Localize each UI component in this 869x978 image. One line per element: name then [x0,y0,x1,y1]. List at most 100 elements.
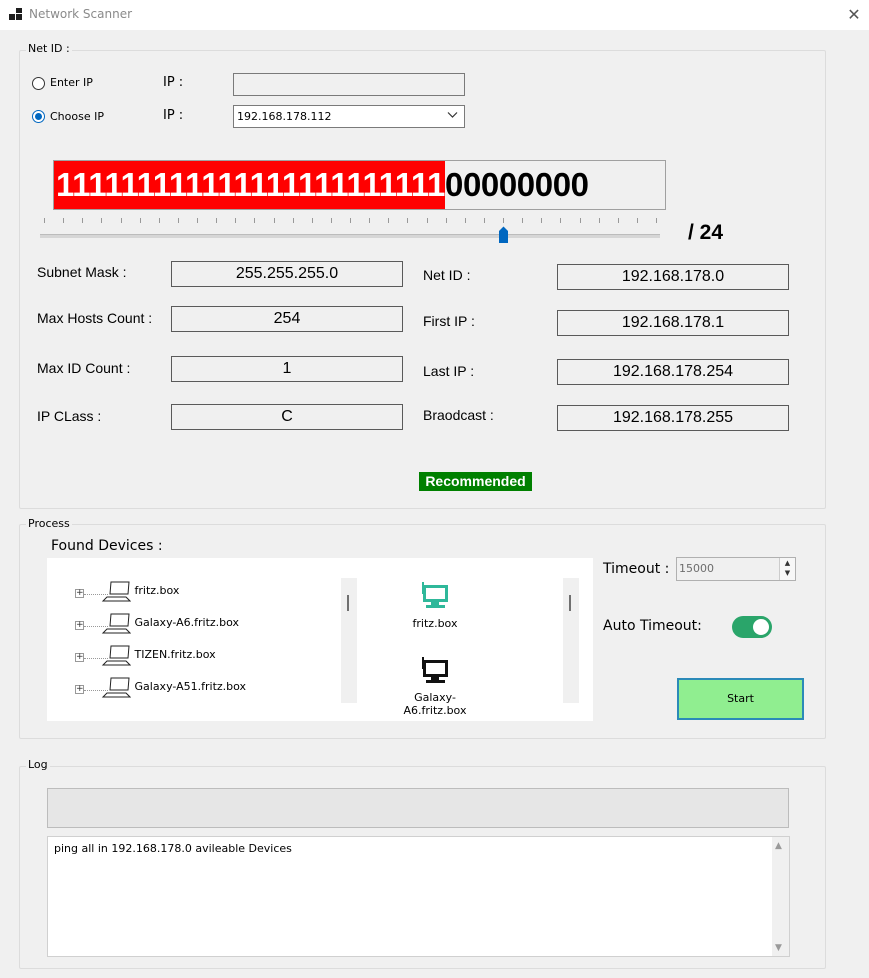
icon-item-label: fritz.box [412,617,458,630]
log-group-label: Log [26,758,50,771]
slider-tick [503,218,504,223]
icon-item-device[interactable]: fritz.box [385,582,485,630]
slider-tick [636,218,638,223]
slider-tick [235,218,237,223]
slider-tick [177,218,179,223]
tree-item-device[interactable]: TIZEN.fritz.box [99,644,216,666]
slider-tick [311,218,313,223]
found-devices-label: Found Devices : [51,538,163,554]
tree-item-label: fritz.box [134,584,180,597]
timeout-input[interactable]: 15000 ▲ ▼ [676,557,796,581]
recommended-badge: Recommended [419,472,532,491]
tree-scrollbar[interactable] [341,578,357,703]
log-textarea[interactable]: ping all in 192.168.178.0 avileable Devi… [47,836,790,957]
start-button[interactable]: Start [677,678,804,720]
slider-tick [101,218,103,223]
slider-tick [350,218,351,223]
slider-tick [445,218,447,223]
choose-ip-ip-label: IP : [163,108,184,123]
slider-tick [216,218,218,223]
slider-tick [139,218,141,223]
prefix-value: / 24 [688,221,724,244]
slider-tick [330,218,332,223]
icon-view-scrollbar[interactable] [563,578,579,703]
max-id-label: Max ID Count : [37,360,131,376]
expand-icon[interactable]: + [75,653,84,662]
tree-item-label: Galaxy-A6.fritz.box [134,616,240,629]
auto-timeout-toggle[interactable] [732,616,772,638]
slider-tick [598,218,600,223]
expand-icon[interactable]: + [75,589,84,598]
slider-tick [388,218,390,223]
app-icon [9,8,23,22]
slider-tick [63,218,65,223]
slider-tick [483,218,485,223]
slider-tick [617,218,619,223]
icon-item-device[interactable]: Galaxy-A6.fritz.box [385,657,485,717]
computer-icon [101,581,132,602]
first-ip-label: First IP : [423,313,475,329]
slider-tick [273,218,275,223]
scan-progress-bar [47,788,789,828]
slider-tick [254,218,256,223]
slider-tick [369,218,371,223]
computer-icon [101,677,132,698]
max-hosts-label: Max Hosts Count : [37,310,153,326]
choose-ip-select[interactable]: 192.168.178.112 [233,105,465,128]
max-hosts-field: 254 [171,306,403,332]
enter-ip-label[interactable]: Enter IP [50,76,93,89]
expand-icon[interactable]: + [75,685,84,694]
title-bar: Network Scanner ✕ [0,0,869,30]
last-ip-field: 192.168.178.254 [557,359,789,385]
timeout-spinner[interactable]: ▲ ▼ [779,558,795,580]
auto-timeout-label: Auto Timeout: [603,618,702,634]
log-scrollbar[interactable]: ▲ ▼ [772,837,789,956]
spin-down-icon[interactable]: ▼ [780,568,795,578]
slider-tick [197,218,198,223]
tree-item-label: Galaxy-A51.fritz.box [134,680,247,693]
choose-ip-radio[interactable] [32,110,45,123]
slider-tick [120,218,122,223]
ip-class-field: C [171,404,403,430]
enter-ip-input[interactable] [233,73,465,96]
tree-item-device[interactable]: fritz.box [99,580,179,602]
broadcast-label: Braodcast : [423,407,494,423]
close-icon[interactable]: ✕ [842,4,866,26]
netid-group-label: Net ID : [26,42,72,55]
ip-class-label: IP CLass : [37,408,102,424]
timeout-value: 15000 [679,562,714,575]
slider-tick [292,218,294,223]
last-ip-label: Last IP : [423,363,475,379]
computer-icon [101,645,132,666]
slider-thumb[interactable] [498,226,509,244]
slider-tick [579,218,581,223]
tree-item-device[interactable]: Galaxy-A51.fritz.box [99,676,246,698]
choose-ip-selected: 192.168.178.112 [237,110,332,123]
scroll-down-icon[interactable]: ▼ [775,943,782,953]
icon-item-label: Galaxy-A6.fritz.box [403,691,467,717]
window-title: Network Scanner [29,7,133,21]
choose-ip-label[interactable]: Choose IP [50,110,104,123]
router-monitor-icon [422,582,448,608]
expand-icon[interactable]: + [75,621,84,630]
slider-tick [464,218,466,223]
tree-item-label: TIZEN.fritz.box [134,648,216,661]
slider-tick [426,218,428,223]
timeout-label: Timeout : [603,561,670,577]
prefix-slider[interactable] [40,234,660,238]
slider-tick [158,218,160,223]
slider-tick [44,218,45,223]
scroll-up-icon[interactable]: ▲ [775,841,782,851]
slider-tick [82,218,84,223]
process-group-label: Process [26,517,72,530]
max-id-field: 1 [171,356,403,382]
subnet-mask-label: Subnet Mask : [37,264,127,280]
chevron-down-icon[interactable] [447,109,458,123]
enter-ip-radio[interactable] [32,77,45,90]
slider-tick [541,218,543,223]
computer-icon [101,613,132,634]
monitor-icon [422,657,448,683]
spin-up-icon[interactable]: ▲ [780,558,795,568]
slider-tick [656,218,657,223]
tree-item-device[interactable]: Galaxy-A6.fritz.box [99,612,239,634]
